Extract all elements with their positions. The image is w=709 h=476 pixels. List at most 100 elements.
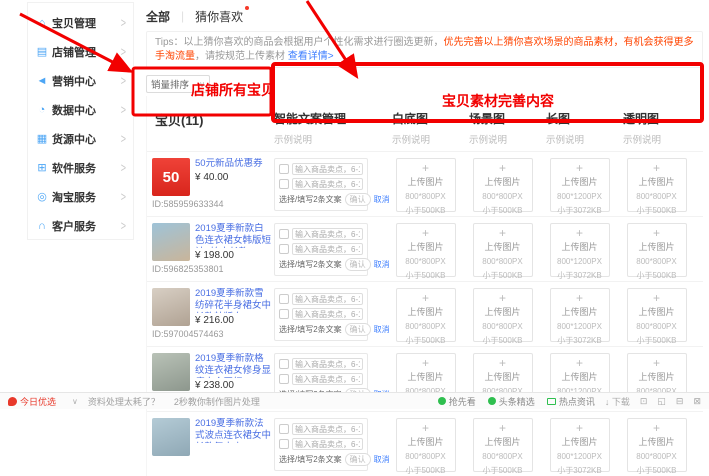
sidebar-item-8[interactable]: ∩客户服务> [28,211,133,240]
upload-白底图-button[interactable]: +上传图片800*800PX小于500KB [396,288,456,342]
sellpoint-checkbox[interactable] [279,439,289,449]
upload-场景图-button[interactable]: +上传图片800*800PX小于500KB [473,223,533,277]
sellpoint-checkbox[interactable] [279,309,289,319]
product-thumbnail[interactable]: 50 [152,158,190,196]
sellpoint-checkbox[interactable] [279,244,289,254]
tab-all[interactable]: 全部 [146,8,170,25]
tab-guess-you-like[interactable]: 猜你喜欢 [195,8,243,25]
window-control-icon[interactable]: ⊡ [640,396,648,407]
sidebar-item-6[interactable]: ⊞软件服务> [28,153,133,182]
upload-透明图-button[interactable]: +上传图片800*800PX小于500KB [627,288,687,342]
confirm-button[interactable]: 确认 [345,323,371,336]
sellpoint-input[interactable] [292,163,363,175]
sellpoint-input[interactable] [292,308,363,320]
example-link-copywriting[interactable]: 示例说明 [274,132,370,146]
sellpoint-checkbox[interactable] [279,164,289,174]
window-control-icon[interactable]: ⊟ [676,396,684,407]
product-thumbnail[interactable] [152,223,190,261]
example-link[interactable]: 示例说明 [469,132,541,146]
upload-透明图-button[interactable]: +上传图片800*800PX小于500KB [627,223,687,277]
sellpoint-input[interactable] [292,293,363,305]
upload-场景图-button[interactable]: +上传图片800*800PX小于500KB [473,288,533,342]
view-details-link[interactable]: 查看详情> [288,51,334,62]
product-title-link[interactable]: 2019夏季新款格纹连衣裙女修身显瘦小众网红 [195,353,271,378]
image-column-label: 白底图 [392,110,464,127]
window-control-icon[interactable]: ⊠ [693,396,701,407]
taskbar-item-2[interactable]: 头条精选 [488,395,535,408]
product-thumbnail[interactable] [152,288,190,326]
upload-白底图-button[interactable]: +上传图片800*800PX小于500KB [396,223,456,277]
confirm-button[interactable]: 确认 [345,258,371,271]
sidebar-item-2[interactable]: ▤店铺管理> [28,37,133,66]
product-title-link[interactable]: 2019夏季新款法式波点连衣裙女中长款复古山 [195,418,271,443]
upload-白底图-button[interactable]: +上传图片800*800PX小于500KB [396,418,456,472]
example-link[interactable]: 示例说明 [623,132,695,146]
product-title-link[interactable]: 2019夏季新款雪纺碎花半身裙女中长款韩版白 [195,288,271,313]
sort-label: 销量排序 [151,77,189,91]
upload-limit-spec: 小于500KB [397,271,455,281]
sellpoint-input[interactable] [292,358,363,370]
upload-场景图-button[interactable]: +上传图片800*800PX小于500KB [473,418,533,472]
product-thumbnail[interactable] [152,418,190,456]
taskbar-headline-2[interactable]: 2秒教你制作图片处理 [174,395,260,408]
sellpoint-input[interactable] [292,228,363,240]
upload-size-spec: 800*800PX [397,192,455,202]
taskbar-brand[interactable]: 今日优选 [20,395,56,408]
sort-dropdown[interactable]: 销量排序 ∨ [146,75,210,93]
upload-size-spec: 800*800PX [628,452,686,462]
download-button[interactable]: ↓ 下载 [605,395,630,408]
product-cell: 2019夏季新款法式波点连衣裙女中长款复古山 [147,418,272,476]
sidebar-item-label: 营销中心 [52,73,96,89]
product-title-link[interactable]: 50元新品优惠券 [195,158,271,170]
upload-limit-spec: 小于500KB [628,271,686,281]
sellpoint-input[interactable] [292,178,363,190]
sellpoint-input[interactable] [292,243,363,255]
upload-长图-button[interactable]: +上传图片800*1200PX小于3072KB [550,288,610,342]
plus-icon: + [397,424,455,433]
upload-长图-button[interactable]: +上传图片800*1200PX小于3072KB [550,418,610,472]
sidebar-item-1[interactable]: ⌂宝贝管理> [28,8,133,37]
upload-透明图-button[interactable]: +上传图片800*800PX小于500KB [627,418,687,472]
upload-白底图-button[interactable]: +上传图片800*800PX小于500KB [396,158,456,212]
upload-长图-button[interactable]: +上传图片800*1200PX小于3072KB [550,223,610,277]
upload-label: 上传图片 [551,370,609,383]
example-link[interactable]: 示例说明 [392,132,464,146]
product-title-link[interactable]: 2019夏季新款白色连衣裙女韩版短袖T恤中长款 [195,223,271,248]
window-control-icon[interactable]: ◱ [657,396,666,407]
sidebar-item-5[interactable]: ▦货源中心> [28,124,133,153]
tips-suffix: ，请按规范上传素材 [195,51,288,62]
upload-size-spec: 800*800PX [474,322,532,332]
taskbar-item-3[interactable]: 热点资讯 [547,395,595,408]
upload-场景图-button[interactable]: +上传图片800*800PX小于500KB [473,158,533,212]
chevron-down-icon[interactable]: ∨ [72,397,78,406]
sellpoint-checkbox[interactable] [279,424,289,434]
sellpoint-checkbox[interactable] [279,374,289,384]
taskbar-item-1[interactable]: 抢先看 [438,395,476,408]
upload-label: 上传图片 [474,175,532,188]
upload-size-spec: 800*800PX [397,257,455,267]
sidebar-item-label: 宝贝管理 [52,15,96,31]
upload-size-spec: 800*800PX [628,257,686,267]
tips-banner: Tips：以上猜你喜欢的商品会根据用户个性化需求进行圈选更新，优先完善以上猜你喜… [146,31,703,68]
sellpoint-checkbox[interactable] [279,179,289,189]
sellpoint-checkbox[interactable] [279,229,289,239]
sellpoint-checkbox[interactable] [279,359,289,369]
upload-透明图-button[interactable]: +上传图片800*800PX小于500KB [627,158,687,212]
upload-长图-button[interactable]: +上传图片800*1200PX小于3072KB [550,158,610,212]
confirm-button[interactable]: 确认 [345,453,371,466]
example-link[interactable]: 示例说明 [546,132,618,146]
taskbar-headline-1[interactable]: 资料处理太耗了？ [88,395,160,408]
upload-limit-spec: 小于500KB [474,206,532,216]
sellpoint-checkbox[interactable] [279,294,289,304]
plus-icon: + [474,294,532,303]
sidebar-item-3[interactable]: ◄营销中心> [28,66,133,95]
sidebar-item-4[interactable]: ◔数据中心> [28,95,133,124]
product-thumbnail[interactable] [152,353,190,391]
plus-icon: + [397,229,455,238]
sidebar-item-7[interactable]: ◎淘宝服务> [28,182,133,211]
sellpoint-input[interactable] [292,438,363,450]
column-header-product: 宝贝(11) [155,110,272,129]
sellpoint-input[interactable] [292,423,363,435]
confirm-button[interactable]: 确认 [345,193,371,206]
sellpoint-input[interactable] [292,373,363,385]
